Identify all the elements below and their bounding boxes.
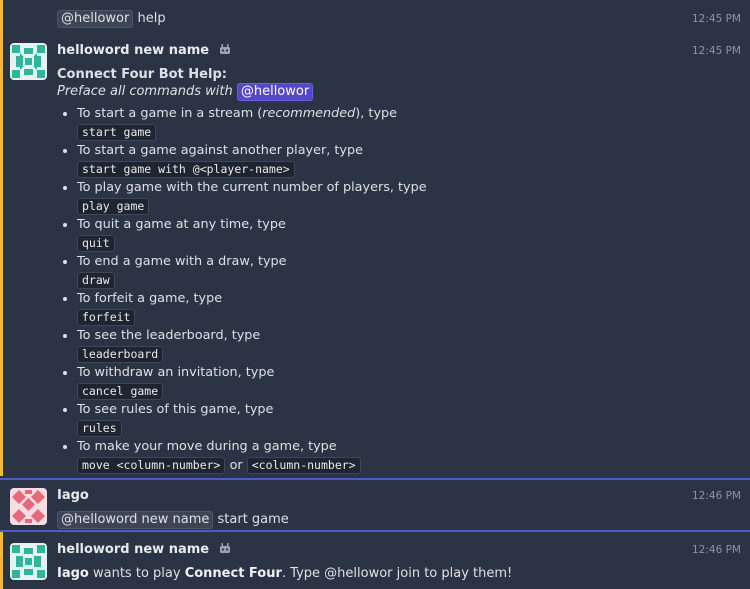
message-timestamp[interactable]: 12:46 PM xyxy=(692,490,741,502)
list-item: To play game with the current number of … xyxy=(77,180,427,217)
bot-avatar-identicon xyxy=(10,543,47,580)
item-text-tail: ), type xyxy=(355,106,398,121)
bot-stream-bar xyxy=(0,532,3,589)
list-item: To start a game in a stream (recommended… xyxy=(77,106,427,143)
message-timestamp[interactable]: 12:45 PM xyxy=(692,13,741,25)
message-bot-reply: helloword new name 12:46 PM Iago wants t… xyxy=(0,532,750,589)
command-code: leaderboard xyxy=(77,346,164,363)
item-text: To play game with the current number of … xyxy=(77,180,427,195)
message-text-3: join to play them! xyxy=(396,566,513,581)
sender-name-text: helloword new name xyxy=(57,542,210,557)
command-code: draw xyxy=(77,272,115,289)
message-text: help xyxy=(137,11,166,26)
bot-stream-bar xyxy=(0,38,3,476)
sender-name[interactable]: helloword new name xyxy=(57,542,231,558)
user-mention[interactable]: @hellowor xyxy=(57,10,134,28)
item-text: To see rules of this game, type xyxy=(77,402,274,417)
item-text: To start a game in a stream ( xyxy=(77,106,263,121)
message-content: Iago wants to play Connect Four. Type @h… xyxy=(57,566,512,581)
list-item: To forfeit a game, type forfeit xyxy=(77,291,427,328)
user-mention[interactable]: @helloword new name xyxy=(57,511,214,529)
help-preface: Preface all commands with @hellowor xyxy=(57,83,314,101)
avatar[interactable] xyxy=(10,543,47,580)
command-code: cancel game xyxy=(77,383,164,400)
avatar[interactable] xyxy=(10,488,47,525)
robot-icon xyxy=(219,543,231,558)
actor-name: Iago xyxy=(57,566,89,581)
message-user: Iago 12:46 PM @helloword new name start … xyxy=(0,480,750,530)
command-code: forfeit xyxy=(77,309,136,326)
message-text: start game xyxy=(217,512,289,527)
list-item: To make your move during a game, type mo… xyxy=(77,439,427,476)
item-connector: or xyxy=(229,458,243,473)
item-emphasis: recommended xyxy=(262,106,356,121)
command-list: To start a game in a stream (recommended… xyxy=(57,106,427,476)
help-title: Connect Four Bot Help: xyxy=(57,67,227,82)
game-name: Connect Four xyxy=(184,566,282,581)
list-item: To see the leaderboard, type leaderboard xyxy=(77,328,427,365)
message-text: wants to play xyxy=(93,566,181,581)
list-item: To quit a game at any time, type quit xyxy=(77,217,427,254)
command-code: quit xyxy=(77,235,115,252)
message-content: @hellowor help xyxy=(57,10,166,28)
sender-name[interactable]: Iago xyxy=(57,488,89,503)
item-text: To withdraw an invitation, type xyxy=(77,365,275,380)
message-help-request: @hellowor help 12:45 PM xyxy=(0,0,750,38)
item-text: To forfeit a game, type xyxy=(77,291,223,306)
sender-name[interactable]: helloword new name xyxy=(57,43,231,59)
bot-stream-bar xyxy=(0,0,3,38)
command-code: start game with @<player-name> xyxy=(77,161,295,178)
self-mention[interactable]: @hellowor xyxy=(236,83,314,101)
item-text: To end a game with a draw, type xyxy=(77,254,287,269)
message-timestamp[interactable]: 12:45 PM xyxy=(692,45,741,57)
item-text: To see the leaderboard, type xyxy=(77,328,261,343)
command-code: move <column-number> xyxy=(77,457,226,474)
message-text-2: . Type xyxy=(281,566,321,581)
bot-avatar-identicon xyxy=(10,43,47,80)
list-item: To see rules of this game, type rules xyxy=(77,402,427,439)
robot-icon xyxy=(219,44,231,59)
sender-name-text: helloword new name xyxy=(57,43,210,58)
message-bot-help: helloword new name 12:45 PM Connect Four… xyxy=(0,38,750,476)
list-item: To start a game against another player, … xyxy=(77,143,427,180)
command-code: start game xyxy=(77,124,157,141)
item-text: To start a game against another player, … xyxy=(77,143,363,158)
preface-text: Preface all commands with xyxy=(57,84,233,99)
avatar[interactable] xyxy=(10,43,47,80)
user-avatar-identicon xyxy=(10,488,47,525)
list-item: To withdraw an invitation, type cancel g… xyxy=(77,365,427,402)
bot-mention-text: @hellowor xyxy=(324,566,393,581)
item-text: To make your move during a game, type xyxy=(77,439,337,454)
message-timestamp[interactable]: 12:46 PM xyxy=(692,544,741,556)
message-content: @helloword new name start game xyxy=(57,511,289,529)
list-item: To end a game with a draw, type draw xyxy=(77,254,427,291)
command-code: rules xyxy=(77,420,122,437)
command-code-alt: <column-number> xyxy=(246,457,361,474)
item-text: To quit a game at any time, type xyxy=(77,217,286,232)
command-code: play game xyxy=(77,198,150,215)
